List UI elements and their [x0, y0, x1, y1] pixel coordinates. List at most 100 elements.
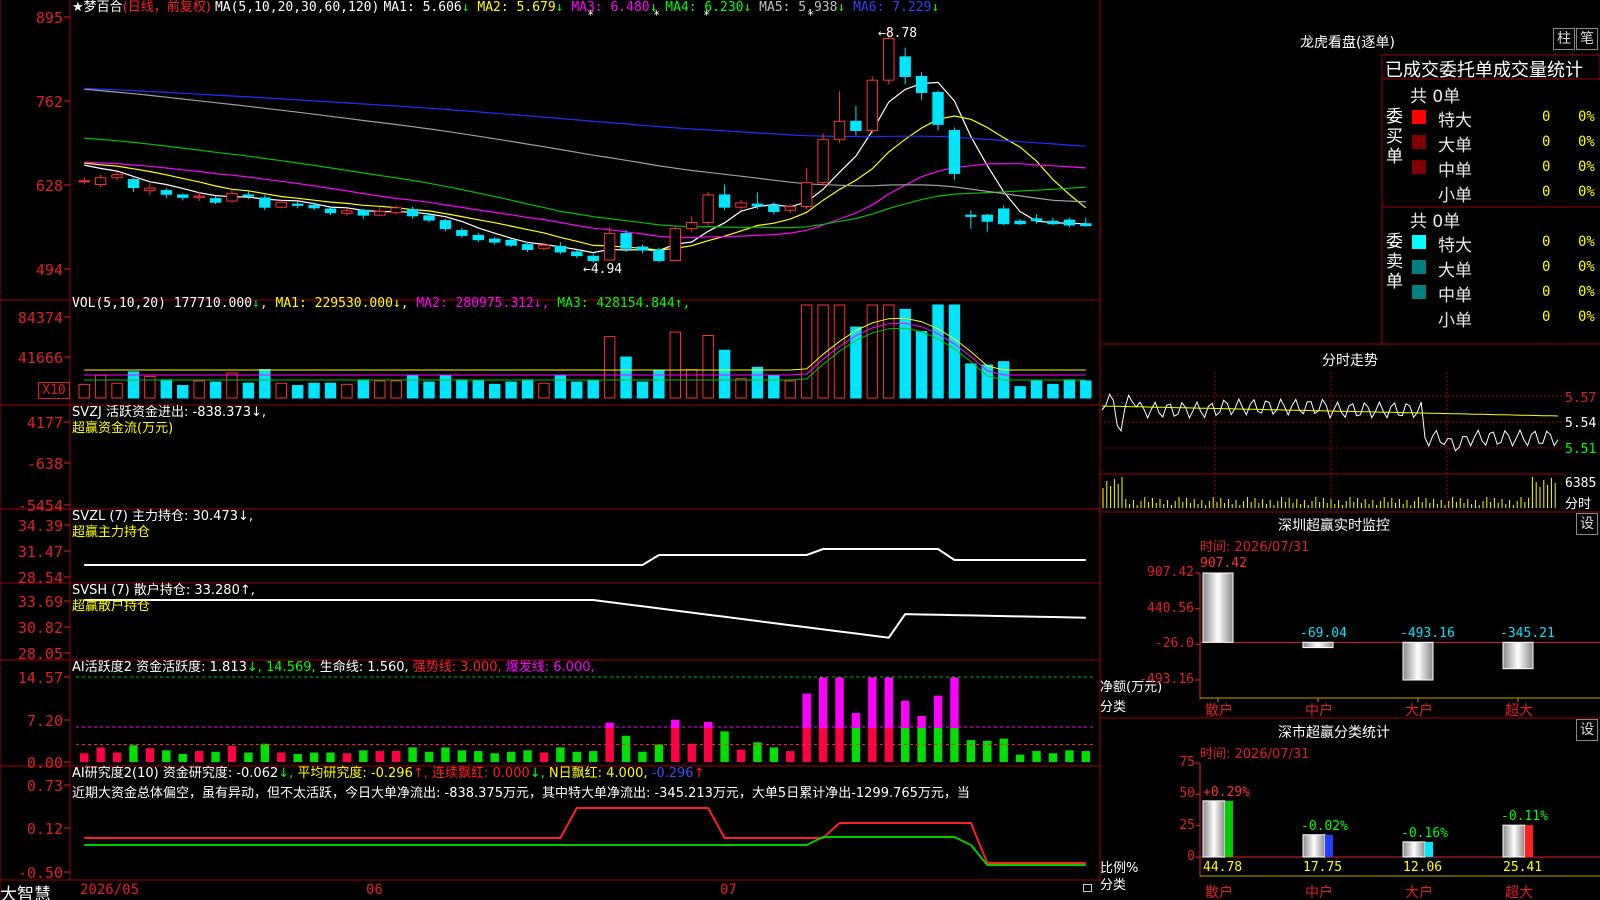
- sell-row-pct: 0%: [1578, 259, 1595, 275]
- trend-arrow-icon: ↓: [931, 0, 940, 15]
- vol-value: 177710.000: [173, 296, 253, 311]
- activity-bar: [178, 753, 187, 762]
- fundflow-bar: [360, 463, 367, 468]
- event-marker-icon[interactable]: *: [587, 8, 594, 22]
- fundflow-bar: [1033, 463, 1040, 465]
- activity-bar: [474, 751, 483, 762]
- monitor-axis-label: 440.56: [1147, 600, 1194, 616]
- indicator-item: 连续飘红: 0.000: [432, 766, 530, 781]
- fundflow-bar: [787, 459, 794, 463]
- volume-bar: [127, 371, 140, 399]
- svzl-axis-label: 28.54: [17, 569, 63, 587]
- candle-body: [1014, 220, 1026, 225]
- classstat-settings-button[interactable]: 设: [1576, 719, 1598, 741]
- candle-body: [209, 198, 222, 203]
- candle-body: [324, 208, 337, 214]
- vol-label: VOL(5,10,20): [72, 296, 166, 311]
- monitor-bar: [1502, 641, 1534, 670]
- volume-bar: [1030, 380, 1043, 399]
- activity-bar: [293, 753, 302, 762]
- fundflow-bar: [442, 463, 449, 471]
- price-axis-label: 895: [35, 9, 63, 27]
- activity-burst-bar: [835, 677, 844, 728]
- lock-icon[interactable]: [1083, 884, 1092, 892]
- candle-body: [259, 197, 271, 208]
- tick-mode-button[interactable]: 笔: [1576, 28, 1598, 50]
- volume-bar: [275, 382, 287, 399]
- activity-bar: [260, 743, 270, 762]
- candle-body: [488, 238, 501, 243]
- candle-body: [357, 209, 370, 216]
- monitor-bar-value: -493.16: [1400, 626, 1455, 642]
- svsh-header: SVSH (7) 散户持仓: 33.280↑, 超赢散户持仓: [72, 583, 255, 615]
- intraday-axis-3: 5.51: [1565, 442, 1597, 457]
- fundflow-bar: [1000, 463, 1007, 478]
- fundflow-bar: [1082, 463, 1089, 465]
- candle-body: [587, 255, 599, 262]
- candle-body: [439, 220, 452, 230]
- candle-body: [702, 194, 714, 224]
- ma30-line: [84, 137, 1086, 229]
- volume-bar: [1047, 383, 1059, 399]
- classstat-category-label: 超大: [1505, 885, 1533, 900]
- svzj-header: SVZJ 活跃资金进出: -838.373↓, 超赢资金流(万元): [72, 405, 266, 437]
- ma-item: MA6: 7.229: [845, 0, 932, 15]
- volume-bar: [160, 379, 173, 399]
- activity-bar: [769, 747, 779, 762]
- volume-bar: [554, 374, 567, 399]
- volume-bar: [603, 336, 616, 399]
- indicator-item: N日飘红: 4.000,: [548, 766, 652, 781]
- classstat-bar-accent: [1525, 825, 1533, 857]
- monitor-xlabel: 分类: [1100, 700, 1127, 715]
- volume-bar: [193, 380, 205, 399]
- monitor-time: 时间: 2026/07/31: [1200, 540, 1310, 555]
- fundflow-bar: [655, 463, 662, 474]
- indicator-item: ↓,: [278, 766, 298, 781]
- activity-bar: [884, 728, 893, 762]
- activity-bar: [950, 728, 959, 762]
- buy-row-name: 特大: [1438, 111, 1472, 131]
- volume-bar: [226, 372, 238, 399]
- vol-header: VOL(5,10,20) 177710.000↓, MA1: 229530.00…: [72, 296, 691, 311]
- fundflow-bar: [343, 460, 350, 463]
- fundflow-bar: [770, 463, 777, 469]
- vol-ma-values: MA1: 229530.000↓, MA2: 280975.312↓, MA3:…: [276, 296, 691, 311]
- event-marker-icon[interactable]: *: [703, 8, 710, 22]
- ma-item: MA2: 5.679: [469, 0, 556, 15]
- candle-body: [686, 222, 698, 230]
- event-marker-icon[interactable]: *: [653, 8, 660, 22]
- event-marker-icon[interactable]: *: [807, 8, 814, 22]
- research-bar: [96, 831, 105, 835]
- fundflow-bar: [803, 439, 810, 463]
- classstat-xlabel: 分类: [1100, 878, 1127, 893]
- fundflow-bar: [475, 463, 482, 468]
- buy-row-name: 中单: [1438, 161, 1472, 181]
- activity-bar: [391, 751, 401, 762]
- research-bar: [703, 819, 713, 835]
- monitor-axis-label: -26.0: [1154, 636, 1194, 652]
- classstat-change-label: -0.11%: [1501, 809, 1548, 825]
- research-bar: [736, 832, 746, 836]
- research-bar: [605, 819, 614, 835]
- research-bar: [966, 835, 976, 838]
- bar-mode-button[interactable]: 柱: [1553, 28, 1575, 50]
- svzj-line2: 超赢资金流(万元): [72, 421, 174, 436]
- stock-title[interactable]: ★梦百合: [72, 0, 123, 15]
- svzj-axis-label: -5454: [17, 497, 63, 515]
- activity-bar: [441, 747, 450, 762]
- fundflow-bar: [114, 460, 121, 463]
- activity-burst-bar: [851, 712, 861, 728]
- ma-values: MA1: 5.606↓ MA2: 5.679↓ MA3: 6.480↓ MA4:…: [383, 0, 939, 15]
- candle-body: [636, 246, 649, 251]
- monitor-settings-button[interactable]: 设: [1576, 513, 1598, 535]
- activity-bar: [490, 753, 499, 762]
- candle-body: [997, 208, 1010, 225]
- research-bar: [1065, 835, 1074, 838]
- activity-bar: [112, 752, 122, 762]
- fundflow-bar: [737, 458, 744, 463]
- activity-bar: [309, 752, 319, 762]
- fundflow-bar: [81, 461, 88, 463]
- sell-row-name: 特大: [1438, 236, 1472, 256]
- buy-color-swatch: [1412, 135, 1426, 149]
- chart-canvas: [0, 0, 1600, 900]
